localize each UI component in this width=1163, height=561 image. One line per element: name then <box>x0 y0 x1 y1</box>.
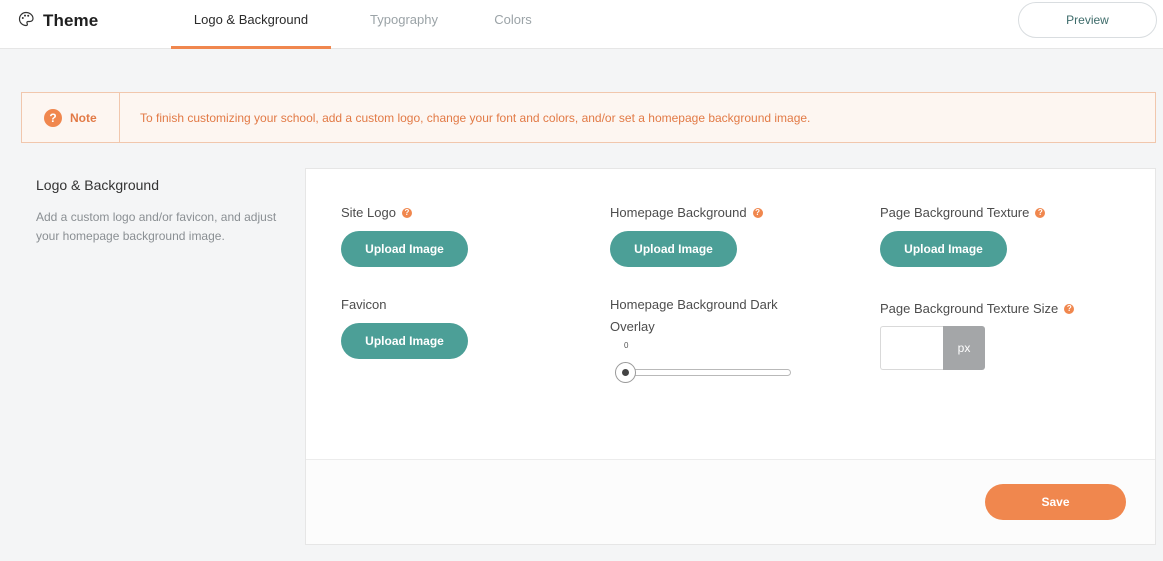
texture-size-input[interactable] <box>880 326 944 370</box>
section-description: Add a custom logo and/or favicon, and ad… <box>36 210 277 243</box>
preview-button[interactable]: Preview <box>1018 2 1157 38</box>
help-icon[interactable]: ? <box>752 207 763 218</box>
note-title: Note <box>70 110 97 125</box>
tab-logo-background[interactable]: Logo & Background <box>171 0 331 49</box>
favicon-label-text: Favicon <box>341 297 387 312</box>
note-text: To finish customizing your school, add a… <box>140 110 811 125</box>
question-circle-icon: ? <box>44 108 62 127</box>
dark-overlay-slider-track[interactable] <box>622 369 791 376</box>
page-background-texture-upload-button[interactable]: Upload Image <box>880 231 1007 267</box>
help-icon[interactable]: ? <box>401 207 412 218</box>
dark-overlay-label-line2: Overlay <box>610 319 655 334</box>
tab-colors[interactable]: Colors <box>480 0 546 49</box>
texture-size-unit: px <box>943 326 985 370</box>
dark-overlay-slider-handle[interactable] <box>615 362 636 383</box>
note-label: ? Note <box>22 93 120 142</box>
slider-value: 0 <box>624 341 629 350</box>
section-title: Logo & Background <box>36 177 159 193</box>
palette-icon <box>18 11 34 32</box>
help-icon[interactable]: ? <box>1035 207 1046 218</box>
settings-card: Site Logo ? Upload Image Homepage Backgr… <box>305 168 1156 545</box>
brand: Theme <box>18 10 98 32</box>
favicon-label: Favicon <box>341 297 387 312</box>
save-button[interactable]: Save <box>985 484 1126 520</box>
homepage-background-label-text: Homepage Background <box>610 205 747 220</box>
texture-size-label-text: Page Background Texture Size <box>880 301 1059 316</box>
site-logo-label-text: Site Logo <box>341 205 396 220</box>
top-bar: Theme Logo & Background Typography Color… <box>0 0 1163 49</box>
site-logo-label: Site Logo ? <box>341 205 412 220</box>
homepage-background-label: Homepage Background ? <box>610 205 763 220</box>
help-icon[interactable]: ? <box>1064 303 1075 314</box>
homepage-background-upload-button[interactable]: Upload Image <box>610 231 737 267</box>
page-title: Theme <box>43 11 99 30</box>
note-banner: ? Note To finish customizing your school… <box>21 92 1156 143</box>
favicon-upload-button[interactable]: Upload Image <box>341 323 468 359</box>
tab-typography[interactable]: Typography <box>352 0 456 49</box>
dark-overlay-label-line1: Homepage Background Dark <box>610 297 778 312</box>
page-background-texture-label-text: Page Background Texture <box>880 205 1030 220</box>
texture-size-label: Page Background Texture Size ? <box>880 301 1075 316</box>
page-background-texture-label: Page Background Texture ? <box>880 205 1046 220</box>
site-logo-upload-button[interactable]: Upload Image <box>341 231 468 267</box>
